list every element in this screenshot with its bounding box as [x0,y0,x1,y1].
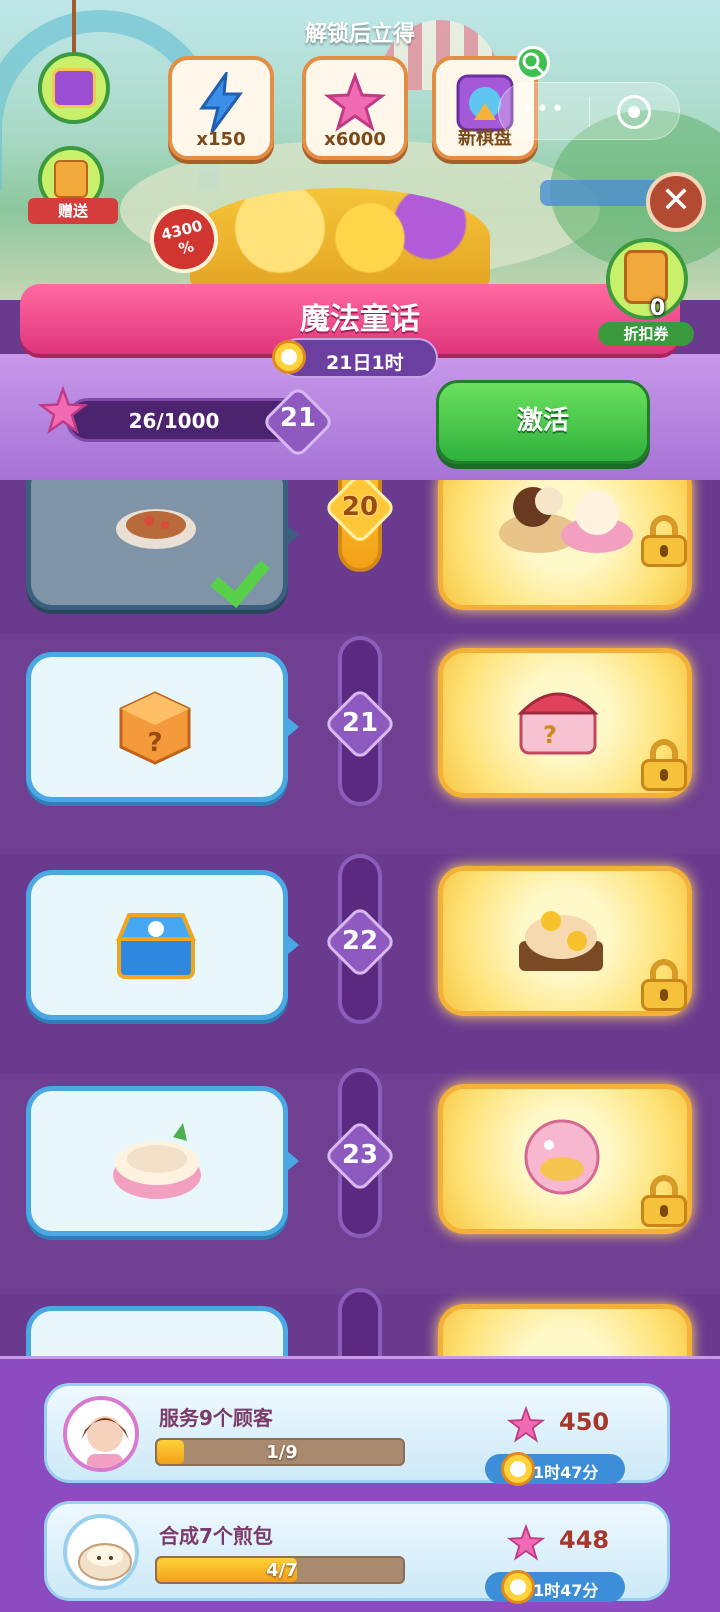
task-progress-text: 1/9 [266,1442,298,1463]
free-reward-card[interactable] [26,480,299,610]
pink-star-icon [37,385,89,436]
gift-box-button[interactable] [38,52,110,124]
activate-button[interactable]: 激活 [436,380,650,464]
mystery-chest-icon: ? [513,679,603,763]
close-miniprogram-icon[interactable] [617,95,651,129]
bun-avatar-icon [63,1514,139,1590]
girl-avatar-icon [63,1396,139,1472]
pass-timer: 21日1时 [272,338,438,378]
level-row-next [0,1288,720,1360]
level-row-23: 23 [0,1068,720,1294]
stuffed-pastry-icon [111,495,201,559]
pass-progress-text: 26/1000 [128,409,220,433]
current-level: 21 [279,403,317,433]
unlock-title: 解锁后立得 [304,22,415,47]
task-timer: 1时47分 [485,1452,625,1486]
svg-text:?: ? [543,721,557,749]
level-number: 20 [341,492,379,522]
mini-program-capsule: ••• [498,82,680,140]
level-number: 22 [341,926,379,956]
reward-energy-amount: x150 [196,129,246,150]
premium-reward-card[interactable] [438,866,692,1016]
level-row-22: 22 [0,854,720,1074]
premium-reward-card[interactable] [438,1304,692,1360]
level-number: 21 [341,708,379,738]
send-gift-button[interactable]: 赠送 [28,146,118,226]
mystery-cube-icon: ? [115,687,195,771]
task-reward-amount: 450 [559,1408,610,1436]
flower-cake-icon [511,895,611,985]
task-name: 服务9个顾客 [159,1406,273,1430]
level-number: 23 [341,1140,379,1170]
free-reward-card[interactable] [26,1306,288,1360]
level-list[interactable]: 20 ? 21 ? 22 23 [0,480,720,1360]
pink-star-icon [506,1523,546,1562]
pink-star-icon [506,1405,546,1444]
free-reward-card[interactable]: ? [26,652,299,802]
more-icon[interactable]: ••• [521,97,566,122]
discount-suffix: % [176,237,196,259]
gift-box-icon [52,68,96,108]
claimed-check-icon [217,541,277,591]
task-card[interactable]: 合成7个煎包 4/7 448 1时47分 [44,1501,670,1604]
clock-icon [272,340,306,374]
dessert-bowls-icon [489,480,639,565]
task-card[interactable]: 服务9个顾客 1/9 450 1时47分 [44,1383,670,1486]
lock-icon [641,515,687,567]
premium-reward-card[interactable] [438,1084,692,1234]
task-time: 1时47分 [533,1463,599,1482]
coupon-count: 0 [650,296,666,321]
task-progress-bar: 1/9 [155,1438,405,1466]
reward-star-amount: x6000 [324,129,386,150]
capsule-divider [589,97,590,127]
lock-icon [641,959,687,1011]
coins-pile-icon [190,188,490,288]
free-reward-card[interactable] [26,870,299,1020]
noodle-bowl-icon [109,1119,205,1209]
reward-tile-star[interactable]: x6000 [302,56,408,160]
premium-reward-card[interactable] [438,480,692,610]
blue-chest-icon [111,905,201,989]
reward-tile-energy[interactable]: x150 [168,56,274,160]
level-row-21: ? 21 ? [0,634,720,854]
clock-icon [501,1452,535,1486]
discount-coupon-button[interactable]: 0 折扣券 [598,238,694,346]
task-timer: 1时47分 [485,1570,625,1604]
lock-icon [641,739,687,791]
task-progress-text: 4/7 [266,1560,298,1581]
pass-time-remaining: 21日1时 [326,352,404,374]
task-progress-bar: 4/7 [155,1556,405,1584]
svg-text:?: ? [147,728,162,758]
send-label: 赠送 [28,198,118,224]
task-time: 1时47分 [533,1581,599,1600]
premium-reward-card[interactable]: ? [438,648,692,798]
close-button[interactable]: ✕ [646,172,706,232]
coupon-icon [54,160,88,198]
clock-icon [501,1570,535,1604]
lock-icon [641,1175,687,1227]
piggy-bank-icon [517,1113,607,1203]
tasks-panel: 服务9个顾客 1/9 450 1时47分 合成7个煎包 4/7 448 1时47… [0,1356,720,1612]
task-name: 合成7个煎包 [159,1524,273,1548]
level-track [338,1288,382,1360]
task-reward-amount: 448 [559,1526,610,1554]
coupon-label: 折扣券 [598,322,694,346]
free-reward-card[interactable] [26,1086,299,1236]
gift-rope [72,0,76,54]
search-icon[interactable] [516,46,550,80]
